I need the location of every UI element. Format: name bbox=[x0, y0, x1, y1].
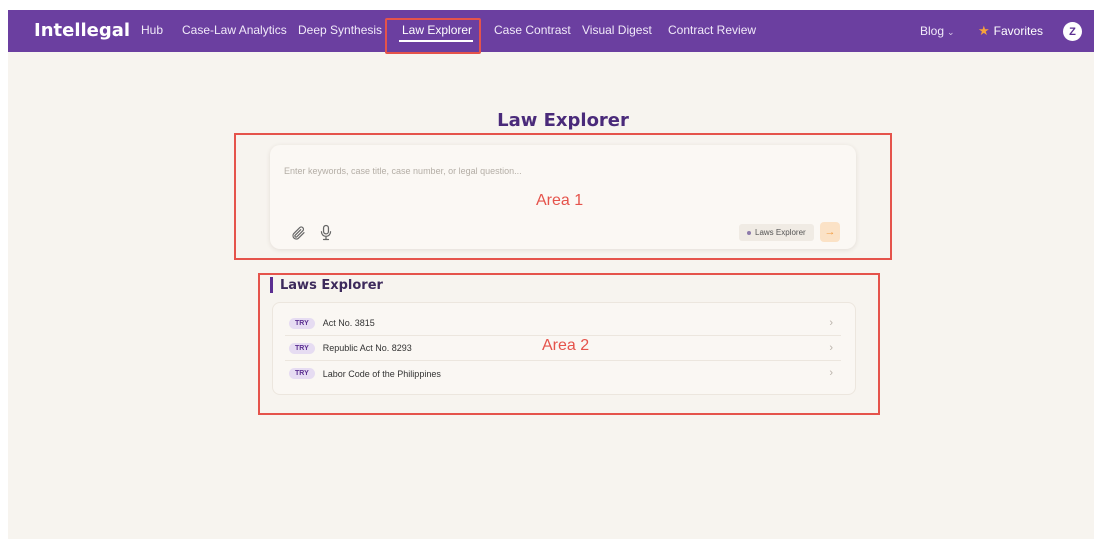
mode-dot-icon bbox=[747, 230, 751, 235]
chevron-right-icon: › bbox=[829, 367, 833, 379]
paperclip-icon[interactable] bbox=[290, 225, 306, 241]
favorites-button[interactable]: ★ Favorites bbox=[978, 23, 1043, 39]
list-item-label: Act No. 3815 bbox=[322, 318, 375, 328]
favorites-label: Favorites bbox=[993, 24, 1044, 38]
brand-logo[interactable]: Intellegal bbox=[34, 20, 130, 41]
top-navbar: Intellegal Hub Case-Law Analytics Deep S… bbox=[8, 10, 1094, 52]
annotation-box-nav bbox=[385, 18, 481, 54]
send-button[interactable]: → bbox=[820, 222, 840, 242]
nav-visual-digest[interactable]: Visual Digest bbox=[582, 23, 652, 37]
nav-case-contrast[interactable]: Case Contrast bbox=[494, 23, 571, 37]
laws-section-header: Laws Explorer bbox=[270, 277, 383, 293]
chevron-right-icon: › bbox=[829, 342, 833, 354]
page-title: Law Explorer bbox=[497, 110, 629, 131]
nav-deep-synthesis[interactable]: Deep Synthesis bbox=[298, 23, 382, 37]
mode-chip-label: Laws Explorer bbox=[755, 228, 806, 237]
nav-hub[interactable]: Hub bbox=[141, 23, 163, 37]
page: Intellegal Hub Case-Law Analytics Deep S… bbox=[8, 10, 1094, 539]
annotation-label-area-1: Area 1 bbox=[536, 192, 584, 209]
try-badge: TRY bbox=[289, 342, 315, 354]
try-badge: TRY bbox=[289, 368, 315, 379]
chevron-down-icon: ⌄ bbox=[947, 27, 955, 37]
microphone-icon[interactable] bbox=[319, 224, 333, 241]
star-icon: ★ bbox=[978, 23, 990, 38]
try-badge: TRY bbox=[289, 317, 315, 329]
search-input[interactable] bbox=[284, 161, 824, 181]
mode-chip-laws-explorer[interactable]: Laws Explorer bbox=[739, 224, 814, 241]
nav-case-law-analytics[interactable]: Case-Law Analytics bbox=[182, 23, 287, 37]
section-title: Laws Explorer bbox=[280, 277, 383, 293]
nav-blog-label: Blog bbox=[920, 24, 945, 38]
chevron-right-icon: › bbox=[829, 317, 833, 329]
nav-contract-review[interactable]: Contract Review bbox=[668, 23, 756, 37]
user-avatar[interactable]: Z bbox=[1063, 22, 1082, 41]
annotation-label-area-2: Area 2 bbox=[542, 337, 590, 354]
section-accent-bar bbox=[270, 277, 273, 293]
arrow-right-icon: → bbox=[824, 226, 836, 238]
list-item[interactable]: TRY Labor Code of the Philippines › bbox=[285, 361, 841, 386]
list-item-label: Republic Act No. 8293 bbox=[322, 343, 412, 353]
nav-blog-dropdown[interactable]: Blog ⌄ bbox=[920, 24, 955, 38]
list-item[interactable]: TRY Act No. 3815 › bbox=[285, 311, 841, 336]
list-item-label: Labor Code of the Philippines bbox=[322, 368, 441, 379]
